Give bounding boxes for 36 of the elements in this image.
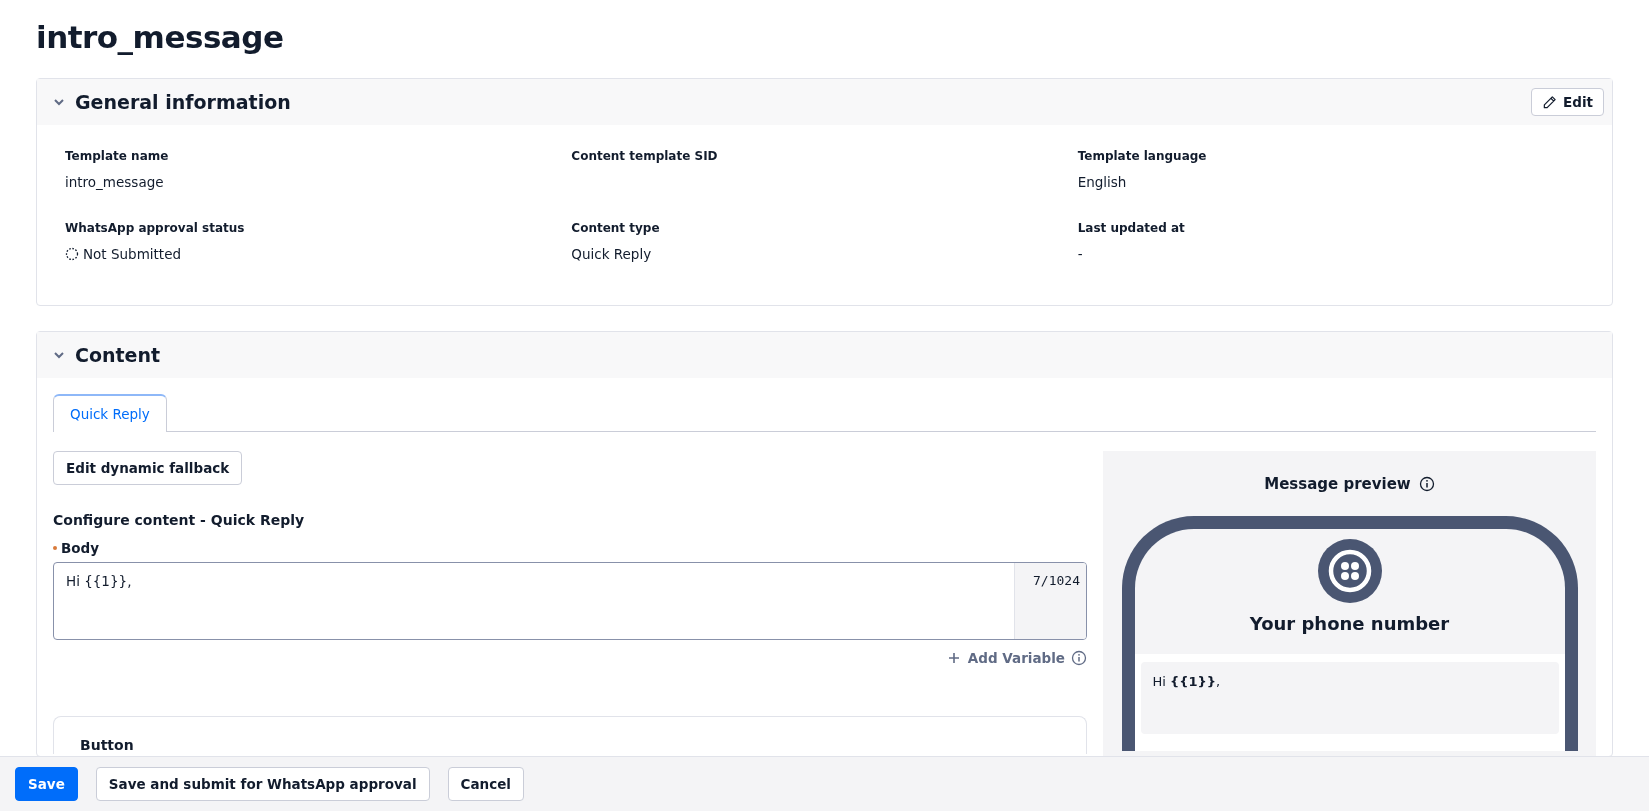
footer-button[interactable]: Save and submit for WhatsApp approval bbox=[95, 767, 430, 801]
field-value: Quick Reply bbox=[571, 246, 652, 262]
sender-name: Your phone number bbox=[1249, 613, 1450, 634]
field-value: - bbox=[1077, 246, 1083, 262]
dotted-circle-icon bbox=[65, 247, 79, 261]
preview-title: Message preview bbox=[1264, 475, 1411, 493]
field-label: Template language bbox=[1077, 149, 1208, 163]
info-icon[interactable] bbox=[1418, 476, 1435, 492]
add-variable-button[interactable]: Add Variable bbox=[947, 650, 1065, 666]
page-title: intro_message bbox=[36, 18, 285, 57]
section-title: Content bbox=[75, 344, 162, 366]
character-counter: 7/1024 bbox=[1014, 563, 1086, 639]
section-heading: Configure content - Quick Reply bbox=[53, 512, 306, 528]
chevron-icon[interactable] bbox=[53, 96, 65, 108]
edit-button[interactable]: Edit bbox=[1531, 88, 1604, 116]
plus-icon bbox=[947, 652, 960, 664]
field-label: Content template SID bbox=[571, 149, 719, 163]
field-value: Not Submitted bbox=[83, 246, 181, 262]
pencil-icon bbox=[1542, 94, 1558, 110]
field-label: Last updated at bbox=[1077, 221, 1186, 235]
save-button[interactable]: Save bbox=[15, 767, 78, 801]
edit-dynamic-fallback-button[interactable]: Edit dynamic fallback bbox=[53, 451, 243, 485]
field-label: Content type bbox=[571, 221, 661, 235]
field-value: intro_message bbox=[65, 174, 164, 190]
avatar-icon bbox=[1317, 539, 1382, 603]
field-label: Body bbox=[61, 540, 100, 556]
message-bubble: Hi {{1}}, bbox=[1140, 662, 1559, 734]
field-label: Template name bbox=[65, 149, 170, 163]
footer-button[interactable]: Cancel bbox=[447, 767, 524, 801]
section-title: General information bbox=[75, 91, 292, 113]
field-label: WhatsApp approval status bbox=[65, 221, 246, 235]
field-value: English bbox=[1077, 174, 1127, 190]
section-heading: Button bbox=[80, 737, 135, 753]
chevron-icon[interactable] bbox=[53, 349, 65, 361]
body-field[interactable]: Hi {{1}}, 7/1024 bbox=[53, 562, 1087, 640]
tab[interactable]: Quick Reply bbox=[53, 394, 167, 432]
